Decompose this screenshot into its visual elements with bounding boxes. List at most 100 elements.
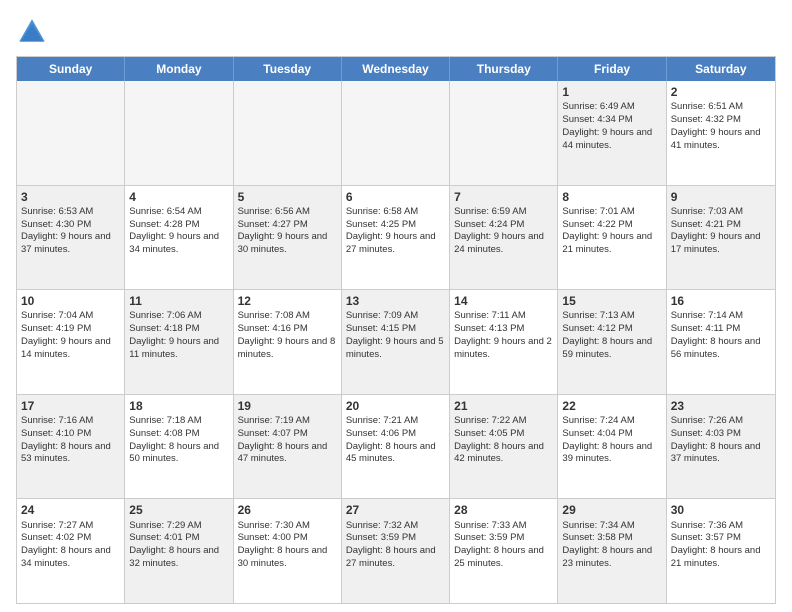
day-info: Sunrise: 7:16 AM Sunset: 4:10 PM Dayligh…: [21, 415, 111, 464]
day-number: 26: [238, 502, 337, 518]
week-row-5: 24 Sunrise: 7:27 AM Sunset: 4:02 PM Dayli…: [17, 498, 775, 603]
cal-cell-4-4: 20Sunrise: 7:21 AM Sunset: 4:06 PM Dayli…: [342, 395, 450, 499]
day-info: Sunrise: 7:03 AM Sunset: 4:21 PM Dayligh…: [671, 206, 761, 255]
cal-cell-2-2: 4Sunrise: 6:54 AM Sunset: 4:28 PM Daylig…: [125, 186, 233, 290]
day-number: 2: [671, 84, 771, 100]
day-info: Sunrise: 7:14 AM Sunset: 4:11 PM Dayligh…: [671, 310, 761, 359]
week-row-2: 3Sunrise: 6:53 AM Sunset: 4:30 PM Daylig…: [17, 185, 775, 290]
cal-cell-3-6: 15Sunrise: 7:13 AM Sunset: 4:12 PM Dayli…: [558, 290, 666, 394]
cal-cell-2-1: 3Sunrise: 6:53 AM Sunset: 4:30 PM Daylig…: [17, 186, 125, 290]
header-day-thursday: Thursday: [450, 57, 558, 81]
day-number: 29: [562, 502, 661, 518]
day-number: 8: [562, 189, 661, 205]
day-info: Sunrise: 7:08 AM Sunset: 4:16 PM Dayligh…: [238, 310, 336, 359]
day-info: Sunrise: 7:32 AM Sunset: 3:59 PM Dayligh…: [346, 520, 436, 569]
day-number: 16: [671, 293, 771, 309]
day-number: 5: [238, 189, 337, 205]
cal-cell-1-5: [450, 81, 558, 185]
calendar: SundayMondayTuesdayWednesdayThursdayFrid…: [16, 56, 776, 604]
logo-icon: [16, 16, 48, 48]
cal-cell-2-4: 6Sunrise: 6:58 AM Sunset: 4:25 PM Daylig…: [342, 186, 450, 290]
day-number: 23: [671, 398, 771, 414]
cal-cell-5-2: 25Sunrise: 7:29 AM Sunset: 4:01 PM Dayli…: [125, 499, 233, 603]
cal-cell-1-2: [125, 81, 233, 185]
day-info: Sunrise: 7:13 AM Sunset: 4:12 PM Dayligh…: [562, 310, 652, 359]
cal-cell-4-6: 22Sunrise: 7:24 AM Sunset: 4:04 PM Dayli…: [558, 395, 666, 499]
cal-cell-5-6: 29 Sunrise: 7:34 AM Sunset: 3:58 PM Dayli…: [558, 499, 666, 603]
cal-cell-1-7: 2Sunrise: 6:51 AM Sunset: 4:32 PM Daylig…: [667, 81, 775, 185]
cal-cell-2-7: 9Sunrise: 7:03 AM Sunset: 4:21 PM Daylig…: [667, 186, 775, 290]
day-info: Sunrise: 7:21 AM Sunset: 4:06 PM Dayligh…: [346, 415, 436, 464]
day-info: Sunrise: 6:56 AM Sunset: 4:27 PM Dayligh…: [238, 206, 328, 255]
day-number: 24: [21, 502, 120, 518]
day-number: 15: [562, 293, 661, 309]
header-day-monday: Monday: [125, 57, 233, 81]
day-info: Sunrise: 7:27 AM Sunset: 4:02 PM Dayligh…: [21, 520, 111, 569]
day-number: 30: [671, 502, 771, 518]
day-number: 7: [454, 189, 553, 205]
day-number: 19: [238, 398, 337, 414]
cal-cell-2-6: 8Sunrise: 7:01 AM Sunset: 4:22 PM Daylig…: [558, 186, 666, 290]
day-info: Sunrise: 6:53 AM Sunset: 4:30 PM Dayligh…: [21, 206, 111, 255]
cal-cell-4-5: 21Sunrise: 7:22 AM Sunset: 4:05 PM Dayli…: [450, 395, 558, 499]
day-info: Sunrise: 7:18 AM Sunset: 4:08 PM Dayligh…: [129, 415, 219, 464]
cal-cell-3-7: 16Sunrise: 7:14 AM Sunset: 4:11 PM Dayli…: [667, 290, 775, 394]
day-info: Sunrise: 7:04 AM Sunset: 4:19 PM Dayligh…: [21, 310, 111, 359]
week-row-1: 1Sunrise: 6:49 AM Sunset: 4:34 PM Daylig…: [17, 81, 775, 185]
cal-cell-3-4: 13Sunrise: 7:09 AM Sunset: 4:15 PM Dayli…: [342, 290, 450, 394]
page: SundayMondayTuesdayWednesdayThursdayFrid…: [0, 0, 792, 612]
cal-cell-5-4: 27 Sunrise: 7:32 AM Sunset: 3:59 PM Dayli…: [342, 499, 450, 603]
day-info: Sunrise: 7:36 AM Sunset: 3:57 PM Dayligh…: [671, 520, 761, 569]
day-info: Sunrise: 6:59 AM Sunset: 4:24 PM Dayligh…: [454, 206, 544, 255]
day-info: Sunrise: 7:01 AM Sunset: 4:22 PM Dayligh…: [562, 206, 652, 255]
day-info: Sunrise: 6:51 AM Sunset: 4:32 PM Dayligh…: [671, 101, 761, 150]
cal-cell-4-2: 18Sunrise: 7:18 AM Sunset: 4:08 PM Dayli…: [125, 395, 233, 499]
header-day-tuesday: Tuesday: [234, 57, 342, 81]
week-row-4: 17Sunrise: 7:16 AM Sunset: 4:10 PM Dayli…: [17, 394, 775, 499]
day-number: 27: [346, 502, 445, 518]
day-number: 22: [562, 398, 661, 414]
cal-cell-5-3: 26Sunrise: 7:30 AM Sunset: 4:00 PM Dayli…: [234, 499, 342, 603]
day-info: Sunrise: 7:29 AM Sunset: 4:01 PM Dayligh…: [129, 520, 219, 569]
day-number: 12: [238, 293, 337, 309]
day-number: 28: [454, 502, 553, 518]
header-day-friday: Friday: [558, 57, 666, 81]
day-info: Sunrise: 7:11 AM Sunset: 4:13 PM Dayligh…: [454, 310, 552, 359]
day-info: Sunrise: 7:06 AM Sunset: 4:18 PM Dayligh…: [129, 310, 219, 359]
day-number: 21: [454, 398, 553, 414]
cal-cell-1-1: [17, 81, 125, 185]
day-info: Sunrise: 7:09 AM Sunset: 4:15 PM Dayligh…: [346, 310, 444, 359]
day-info: Sunrise: 7:34 AM Sunset: 3:58 PM Dayligh…: [562, 520, 652, 569]
cal-cell-3-3: 12Sunrise: 7:08 AM Sunset: 4:16 PM Dayli…: [234, 290, 342, 394]
day-number: 9: [671, 189, 771, 205]
day-number: 6: [346, 189, 445, 205]
header-day-saturday: Saturday: [667, 57, 775, 81]
week-row-3: 10Sunrise: 7:04 AM Sunset: 4:19 PM Dayli…: [17, 289, 775, 394]
day-number: 13: [346, 293, 445, 309]
day-info: Sunrise: 6:54 AM Sunset: 4:28 PM Dayligh…: [129, 206, 219, 255]
day-number: 14: [454, 293, 553, 309]
cal-cell-2-5: 7Sunrise: 6:59 AM Sunset: 4:24 PM Daylig…: [450, 186, 558, 290]
calendar-header: SundayMondayTuesdayWednesdayThursdayFrid…: [17, 57, 775, 81]
day-number: 17: [21, 398, 120, 414]
day-info: Sunrise: 7:24 AM Sunset: 4:04 PM Dayligh…: [562, 415, 652, 464]
cal-cell-1-4: [342, 81, 450, 185]
cal-cell-3-2: 11Sunrise: 7:06 AM Sunset: 4:18 PM Dayli…: [125, 290, 233, 394]
header-day-wednesday: Wednesday: [342, 57, 450, 81]
cal-cell-5-5: 28 Sunrise: 7:33 AM Sunset: 3:59 PM Dayli…: [450, 499, 558, 603]
cal-cell-1-6: 1Sunrise: 6:49 AM Sunset: 4:34 PM Daylig…: [558, 81, 666, 185]
cal-cell-5-1: 24 Sunrise: 7:27 AM Sunset: 4:02 PM Dayli…: [17, 499, 125, 603]
cal-cell-4-7: 23Sunrise: 7:26 AM Sunset: 4:03 PM Dayli…: [667, 395, 775, 499]
day-info: Sunrise: 7:26 AM Sunset: 4:03 PM Dayligh…: [671, 415, 761, 464]
day-number: 1: [562, 84, 661, 100]
day-info: Sunrise: 6:49 AM Sunset: 4:34 PM Dayligh…: [562, 101, 652, 150]
day-number: 3: [21, 189, 120, 205]
cal-cell-5-7: 30 Sunrise: 7:36 AM Sunset: 3:57 PM Dayli…: [667, 499, 775, 603]
cal-cell-2-3: 5Sunrise: 6:56 AM Sunset: 4:27 PM Daylig…: [234, 186, 342, 290]
day-info: Sunrise: 6:58 AM Sunset: 4:25 PM Dayligh…: [346, 206, 436, 255]
day-info: Sunrise: 7:33 AM Sunset: 3:59 PM Dayligh…: [454, 520, 544, 569]
cal-cell-3-1: 10Sunrise: 7:04 AM Sunset: 4:19 PM Dayli…: [17, 290, 125, 394]
day-info: Sunrise: 7:19 AM Sunset: 4:07 PM Dayligh…: [238, 415, 328, 464]
cal-cell-1-3: [234, 81, 342, 185]
day-info: Sunrise: 7:22 AM Sunset: 4:05 PM Dayligh…: [454, 415, 544, 464]
